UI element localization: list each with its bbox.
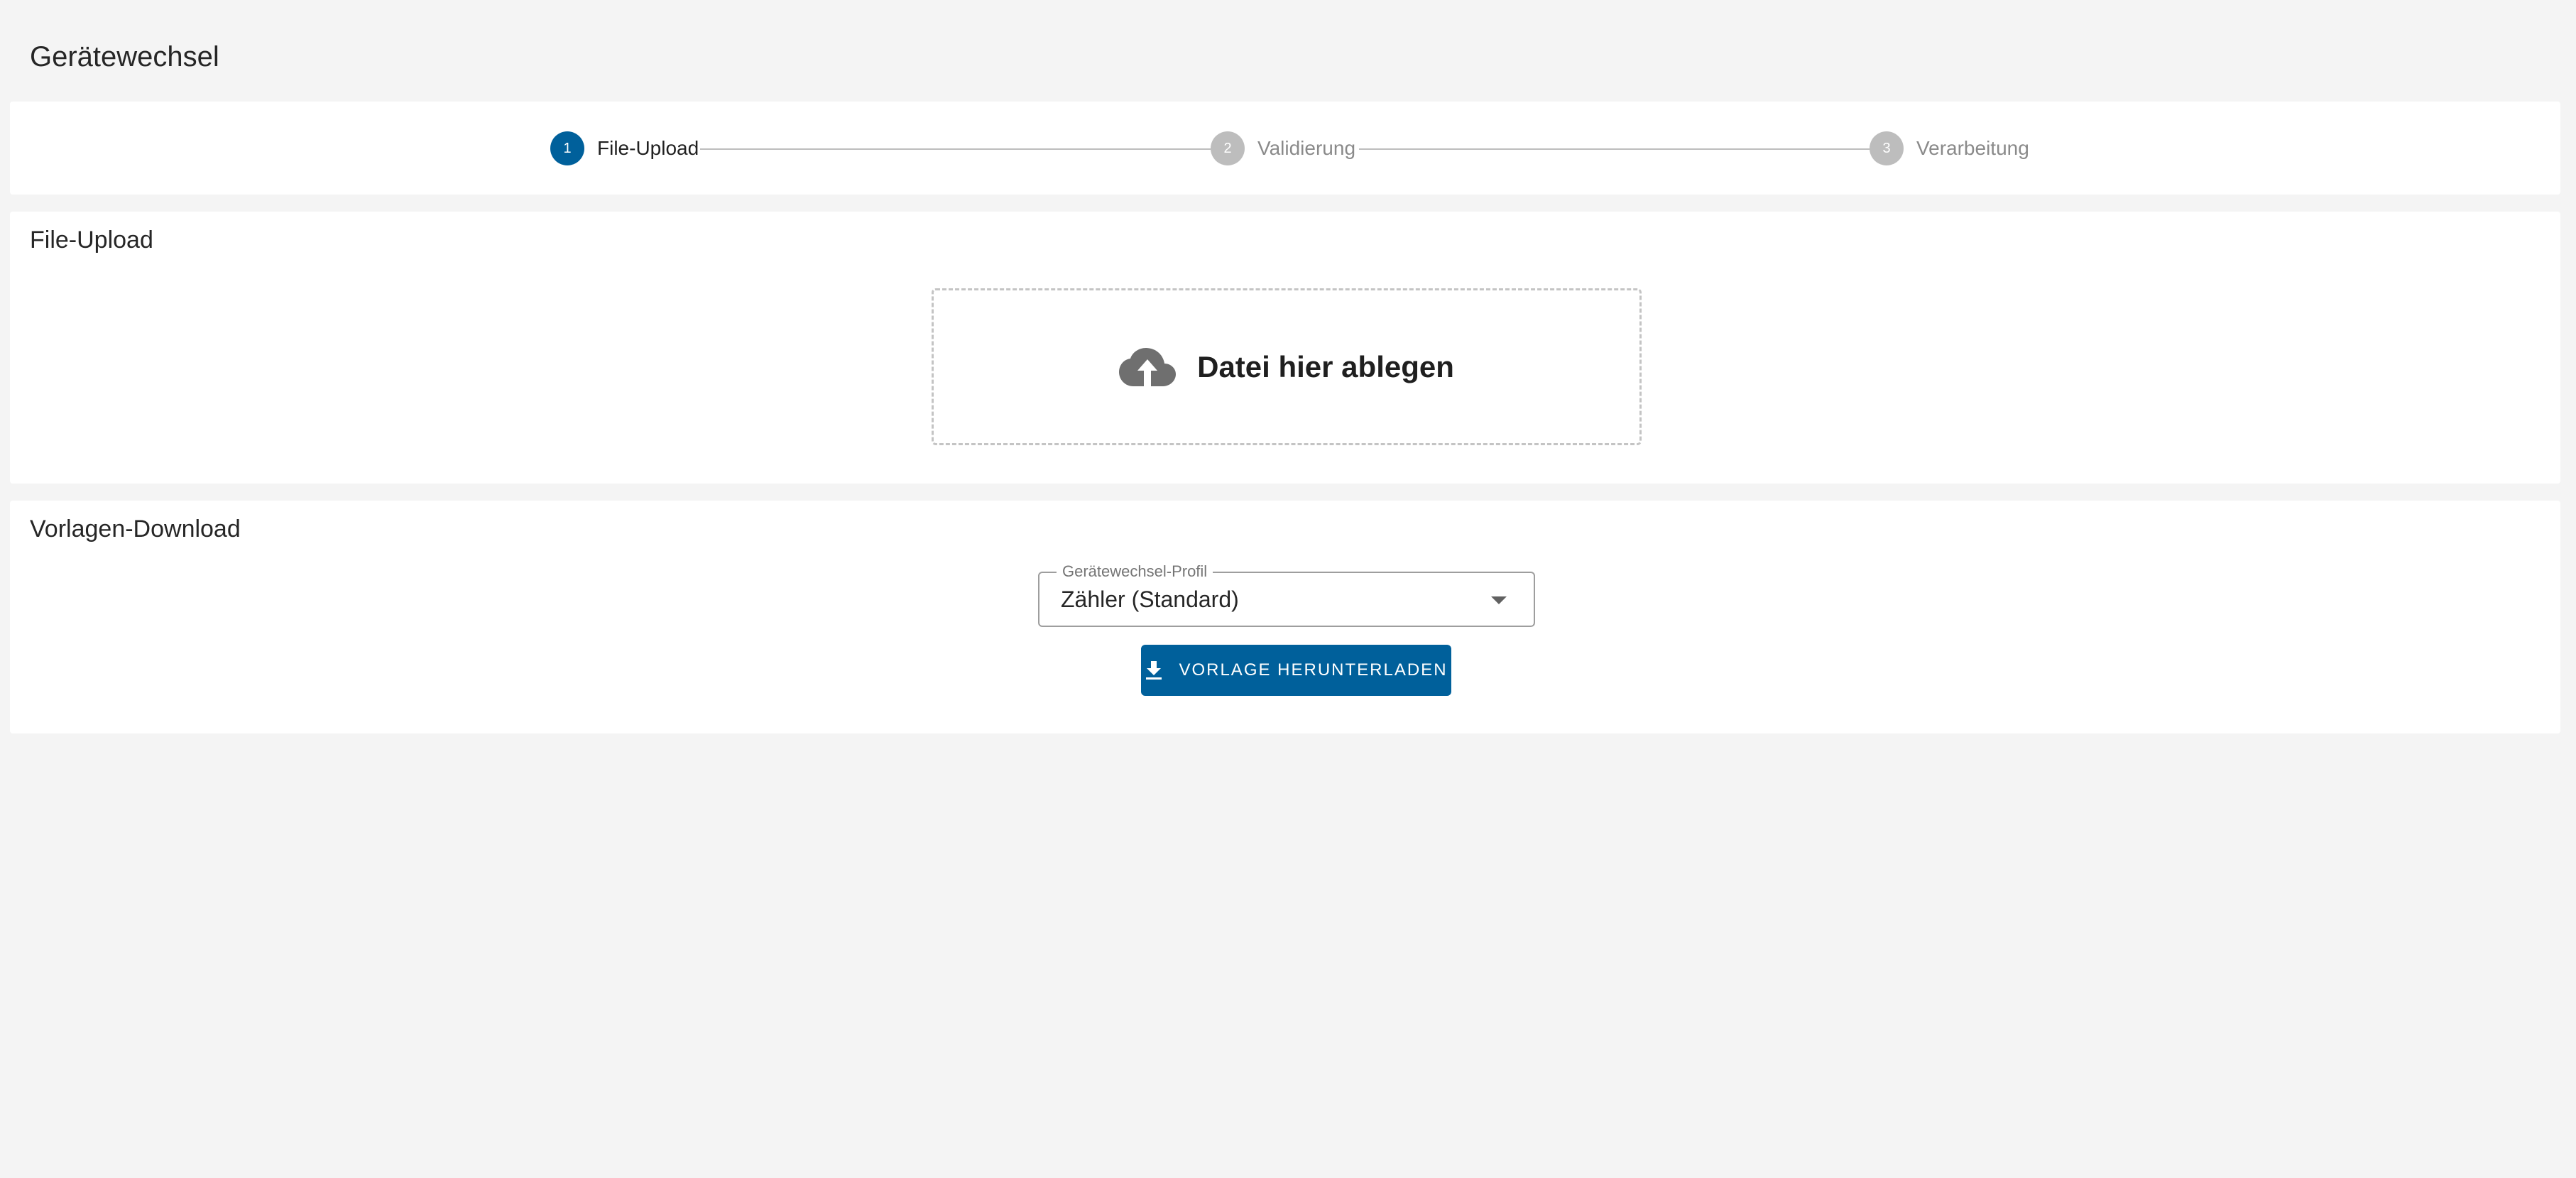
step-number-badge: 1 <box>550 131 584 165</box>
dropzone-text: Datei hier ablegen <box>1197 349 1454 383</box>
download-template-label: VORLAGE HERUNTERLADEN <box>1179 660 1448 680</box>
page-title: Gerätewechsel <box>30 41 219 72</box>
template-download-panel: Vorlagen-Download Gerätewechsel-Profil Z… <box>10 501 2560 733</box>
profile-select[interactable]: Gerätewechsel-Profil Zähler (Standard) <box>1038 562 1535 627</box>
step-connector <box>1359 148 1870 150</box>
step-verarbeitung[interactable]: 3 Verarbeitung <box>1870 131 2029 165</box>
profile-select-label: Gerätewechsel-Profil <box>1057 562 1213 581</box>
step-file-upload[interactable]: 1 File-Upload <box>550 131 699 165</box>
step-number-badge: 2 <box>1211 131 1245 165</box>
profile-select-value: Zähler (Standard) <box>1061 587 1239 612</box>
file-upload-panel: File-Upload Datei hier ablegen <box>10 212 2560 484</box>
file-upload-heading: File-Upload <box>30 227 153 253</box>
dropdown-arrow-icon <box>1491 596 1507 604</box>
download-icon <box>1146 661 1162 680</box>
stepper: 1 File-Upload 2 Validierung 3 Verarbeitu… <box>10 102 2560 195</box>
template-download-heading: Vorlagen-Download <box>30 516 241 542</box>
step-label: Verarbeitung <box>1916 137 2029 159</box>
step-number-badge: 3 <box>1870 131 1904 165</box>
file-dropzone[interactable]: Datei hier ablegen <box>932 288 1642 445</box>
step-validierung[interactable]: 2 Validierung <box>1211 131 1355 165</box>
cloud-upload-icon <box>1119 347 1177 386</box>
step-connector <box>700 148 1211 150</box>
download-template-button[interactable]: VORLAGE HERUNTERLADEN <box>1141 645 1451 696</box>
step-label: File-Upload <box>597 137 699 159</box>
step-label: Validierung <box>1257 137 1356 159</box>
